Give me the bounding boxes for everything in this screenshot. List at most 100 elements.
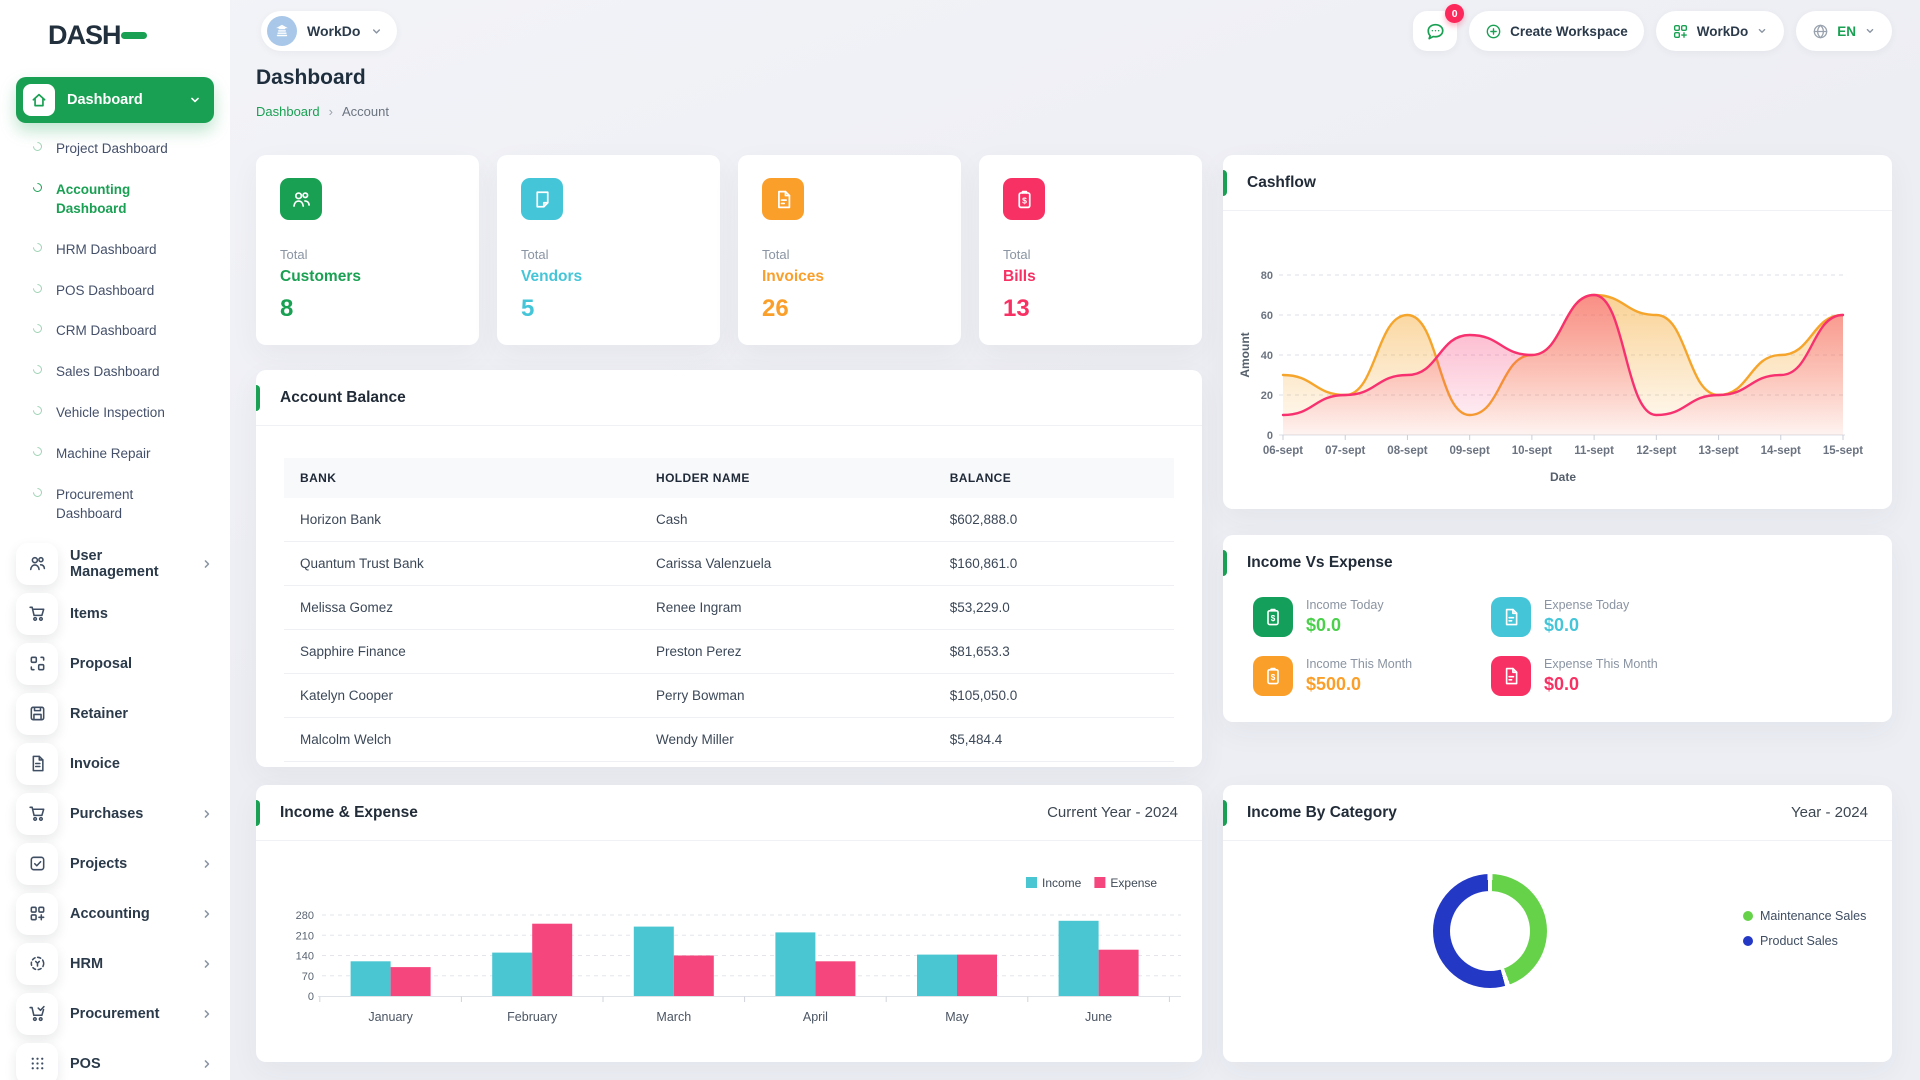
stat-label: Bills bbox=[1003, 268, 1178, 286]
svg-text:0: 0 bbox=[1267, 430, 1273, 442]
svg-text:20: 20 bbox=[1261, 390, 1273, 402]
chevron-right-icon bbox=[200, 1007, 214, 1021]
column-header: HOLDER NAME bbox=[640, 458, 934, 498]
table-row: Melissa GomezRenee Ingram$53,229.0 bbox=[284, 586, 1174, 630]
svg-text:14-sept: 14-sept bbox=[1761, 445, 1801, 457]
breadcrumb: Dashboard › Account bbox=[256, 104, 389, 119]
sidebar-item-hrm[interactable]: HRM bbox=[0, 943, 230, 985]
income-expense-tiles: $ Income Today $0.0 Expense Today $0.0 $… bbox=[1253, 597, 1658, 700]
income-by-category-donut bbox=[1433, 874, 1547, 988]
account-balance-table: BANKHOLDER NAMEBALANCE Horizon BankCash$… bbox=[284, 458, 1174, 762]
sidebar-submenu: Project DashboardAccounting DashboardHRM… bbox=[0, 129, 230, 535]
stat-label: Customers bbox=[280, 268, 455, 286]
bullet-icon bbox=[31, 445, 44, 458]
retainer-icon bbox=[16, 693, 58, 735]
income-vs-expense-header: Income Vs Expense bbox=[1223, 535, 1892, 591]
chevron-right-icon bbox=[200, 907, 214, 921]
invoice-icon bbox=[16, 743, 58, 785]
brand-logo-text: DASH bbox=[48, 20, 121, 50]
sidebar-item-vehicle-inspection[interactable]: Vehicle Inspection bbox=[0, 393, 230, 434]
breadcrumb-dashboard[interactable]: Dashboard bbox=[256, 104, 320, 119]
stat-value: 26 bbox=[762, 295, 937, 323]
income-expense-period: Current Year - 2024 bbox=[1047, 804, 1178, 821]
svg-text:09-sept: 09-sept bbox=[1450, 445, 1490, 457]
svg-text:40: 40 bbox=[1261, 350, 1273, 362]
brand-logo-accent bbox=[121, 32, 147, 39]
svg-text:Expense: Expense bbox=[1110, 876, 1157, 890]
sidebar-item-machine-repair[interactable]: Machine Repair bbox=[0, 434, 230, 475]
income-by-category-header: Income By Category Year - 2024 bbox=[1223, 785, 1892, 841]
svg-text:13-sept: 13-sept bbox=[1698, 445, 1738, 457]
tile-value: $0.0 bbox=[1306, 615, 1384, 636]
tile-value: $500.0 bbox=[1306, 674, 1412, 695]
svg-text:210: 210 bbox=[296, 930, 314, 942]
sidebar-group-dashboard[interactable]: Dashboard bbox=[16, 77, 214, 123]
table-header-row: BANKHOLDER NAMEBALANCE bbox=[284, 458, 1174, 498]
sidebar-menu: User Management Items Proposal Retainer … bbox=[0, 543, 230, 1080]
svg-text:08-sept: 08-sept bbox=[1387, 445, 1427, 457]
stat-value: 5 bbox=[521, 295, 696, 323]
svg-text:March: March bbox=[656, 1010, 691, 1024]
chevron-right-icon bbox=[200, 857, 214, 871]
svg-text:07-sept: 07-sept bbox=[1325, 445, 1365, 457]
sidebar-item-hrm-dashboard[interactable]: HRM Dashboard bbox=[0, 230, 230, 271]
svg-text:Date: Date bbox=[1550, 470, 1576, 484]
tile-label: Expense This Month bbox=[1544, 657, 1658, 671]
account-balance-card: Account Balance BANKHOLDER NAMEBALANCE H… bbox=[256, 370, 1202, 767]
main-content: WorkDo 0 Create Workspace WorkDo EN Dash… bbox=[230, 0, 1920, 1080]
sidebar-item-invoice[interactable]: Invoice bbox=[0, 743, 230, 785]
sidebar-item-accounting-dashboard[interactable]: Accounting Dashboard bbox=[0, 170, 230, 230]
grid-plus-icon bbox=[1672, 23, 1689, 40]
svg-text:15-sept: 15-sept bbox=[1823, 445, 1863, 457]
sidebar-item-items[interactable]: Items bbox=[0, 593, 230, 635]
bullet-icon bbox=[31, 363, 44, 376]
svg-text:Income: Income bbox=[1042, 876, 1082, 890]
workspace-switcher[interactable]: WorkDo bbox=[261, 11, 397, 51]
stat-value: 13 bbox=[1003, 295, 1178, 323]
legend-dot-icon bbox=[1743, 911, 1753, 921]
cashflow-title: Cashflow bbox=[1247, 174, 1316, 192]
legend-item-product-sales[interactable]: Product Sales bbox=[1743, 934, 1866, 948]
sidebar-item-pos[interactable]: POS bbox=[0, 1043, 230, 1080]
apps-menu-button[interactable]: WorkDo bbox=[1656, 11, 1785, 51]
sidebar-item-pos-dashboard[interactable]: POS Dashboard bbox=[0, 271, 230, 312]
messages-button[interactable]: 0 bbox=[1413, 11, 1457, 51]
sidebar-item-accounting[interactable]: Accounting bbox=[0, 893, 230, 935]
svg-text:11-sept: 11-sept bbox=[1574, 445, 1614, 457]
stats-row: Total Customers 8 Total Vendors 5 Total … bbox=[256, 155, 1202, 345]
create-workspace-label: Create Workspace bbox=[1510, 24, 1628, 39]
column-header: BANK bbox=[284, 458, 640, 498]
sidebar-item-sales-dashboard[interactable]: Sales Dashboard bbox=[0, 352, 230, 393]
sidebar-item-procurement-dashboard[interactable]: Procurement Dashboard bbox=[0, 475, 230, 535]
table-row: Sapphire FinancePreston Perez$81,653.3 bbox=[284, 630, 1174, 674]
bullet-icon bbox=[31, 404, 44, 417]
topbar-actions: 0 Create Workspace WorkDo EN bbox=[1413, 11, 1892, 51]
brand-logo: DASH bbox=[48, 20, 121, 51]
sidebar-item-user-management[interactable]: User Management bbox=[0, 543, 230, 585]
sidebar-item-projects[interactable]: Projects bbox=[0, 843, 230, 885]
sidebar-item-retainer[interactable]: Retainer bbox=[0, 693, 230, 735]
bullet-icon bbox=[31, 140, 44, 153]
sidebar-item-proposal[interactable]: Proposal bbox=[0, 643, 230, 685]
stat-card-customers: Total Customers 8 bbox=[256, 155, 479, 345]
sidebar-item-crm-dashboard[interactable]: CRM Dashboard bbox=[0, 311, 230, 352]
income-expense-card: Income & Expense Current Year - 2024 070… bbox=[256, 785, 1202, 1062]
svg-text:January: January bbox=[368, 1010, 413, 1024]
chevron-down-icon bbox=[370, 25, 383, 38]
sidebar-item-purchases[interactable]: Purchases bbox=[0, 793, 230, 835]
income-icon: $ bbox=[1253, 656, 1293, 696]
sidebar-item-project-dashboard[interactable]: Project Dashboard bbox=[0, 129, 230, 170]
sidebar-item-procurement[interactable]: Procurement bbox=[0, 993, 230, 1035]
stat-prefix: Total bbox=[1003, 247, 1178, 262]
language-selector[interactable]: EN bbox=[1796, 11, 1892, 51]
tile-income-this-month: $ Income This Month $500.0 bbox=[1253, 656, 1491, 700]
legend-item-maintenance-sales[interactable]: Maintenance Sales bbox=[1743, 909, 1866, 923]
table-row: Malcolm WelchWendy Miller$5,484.4 bbox=[284, 718, 1174, 762]
proposal-icon bbox=[16, 643, 58, 685]
hrm-icon bbox=[16, 943, 58, 985]
bullet-icon bbox=[31, 181, 44, 194]
create-workspace-button[interactable]: Create Workspace bbox=[1469, 11, 1644, 51]
tile-value: $0.0 bbox=[1544, 615, 1629, 636]
svg-text:70: 70 bbox=[302, 971, 314, 983]
income-expense-header: Income & Expense Current Year - 2024 bbox=[256, 785, 1202, 841]
